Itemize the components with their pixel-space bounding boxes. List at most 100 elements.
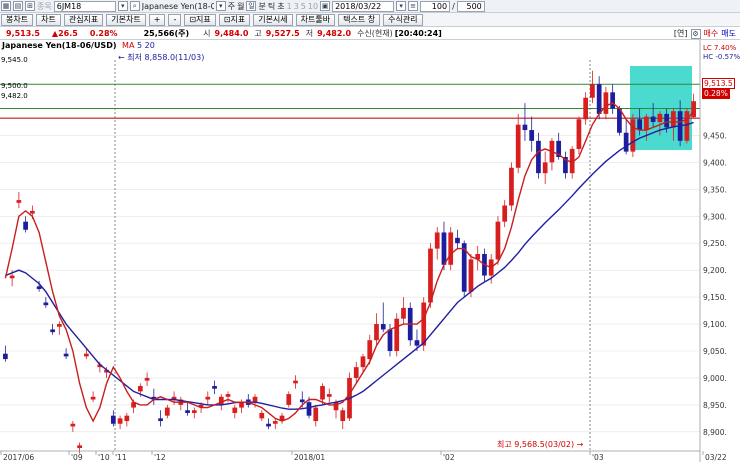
basic-market-button[interactable]: 기본시세 xyxy=(253,13,293,26)
x-axis-ticks: 2017/06 '09 '10 '11 '12 2018/01 '02 '03 03/22 xyxy=(0,451,727,462)
hline-label-3: 9,482.0 xyxy=(1,92,28,100)
y-tick-label: 9,150. xyxy=(703,293,727,302)
tab-candle-chart[interactable]: 봉차트 xyxy=(1,13,34,26)
x-tick-label: '12 xyxy=(154,453,166,462)
period-n1[interactable]: 1 xyxy=(287,2,292,11)
horizontal-lines[interactable] xyxy=(0,83,700,119)
period-sec[interactable]: 초 xyxy=(277,1,284,12)
date-input[interactable]: 2018/03/22 xyxy=(332,0,395,12)
formula-manage-button[interactable]: 수식관리 xyxy=(383,13,423,26)
price-chart[interactable]: 9,450. 9,400. 9,350. 9,300. 9,250. 9,200. 9,15… xyxy=(0,40,740,462)
sell-button[interactable]: 매도 xyxy=(721,28,736,39)
price-change: ▲26.5 xyxy=(51,29,78,38)
candle-body xyxy=(212,386,217,389)
candles xyxy=(3,70,696,454)
ma-periods: 5 20 xyxy=(136,41,155,50)
x-tick-label: 2018/01 xyxy=(294,453,325,462)
candle-body xyxy=(529,130,535,141)
tab-plus[interactable]: + xyxy=(148,13,166,26)
candle-body xyxy=(70,423,76,427)
tab-indicator-a[interactable]: ⊡지표 xyxy=(184,13,216,26)
y-tick-label: 9,100. xyxy=(703,320,727,329)
candle-body xyxy=(110,415,116,424)
candle-body xyxy=(583,97,589,120)
candle-body xyxy=(596,84,602,114)
period-tick[interactable]: 틱 xyxy=(268,1,275,12)
candle-body xyxy=(266,423,271,427)
candle-body xyxy=(610,92,616,109)
period-day[interactable]: 일 xyxy=(246,1,257,11)
symbol-search-label[interactable]: 종목 xyxy=(37,1,52,12)
layout-icon[interactable]: ▤ xyxy=(13,1,23,11)
symbol-name: Japanese Yen(18-06/US xyxy=(141,1,214,11)
chart-toolbar-button[interactable]: 차트툴바 xyxy=(295,13,336,26)
x-tick-label: 2017/06 xyxy=(3,453,34,462)
symbol-name-dropdown-icon[interactable]: ▾ xyxy=(215,1,226,11)
candle-body xyxy=(191,410,197,413)
tab-basic-chart[interactable]: 기본차트 xyxy=(106,13,146,26)
candle-body xyxy=(36,286,42,290)
ma-label: MA xyxy=(122,41,135,50)
x-tick-label: '09 xyxy=(71,453,83,462)
x-tick-label: 03/22 xyxy=(705,453,727,462)
candle-body xyxy=(630,119,636,152)
high-label: 고 xyxy=(254,29,262,38)
buy-button[interactable]: 매수 xyxy=(704,28,719,39)
year-label[interactable]: [연] xyxy=(674,28,688,39)
candle-body xyxy=(56,324,62,327)
candle-body xyxy=(644,116,649,131)
open-label: 시 xyxy=(203,29,211,38)
open-value: 9,484.0 xyxy=(214,29,249,38)
list-icon[interactable]: ≡ xyxy=(408,1,419,11)
symbol-dropdown-icon[interactable]: ▾ xyxy=(117,1,128,11)
candle-body xyxy=(522,124,528,131)
search-icon[interactable]: ⌕ xyxy=(129,1,140,11)
tab-watch-indicator[interactable]: 관심지표 xyxy=(63,13,104,26)
count-input[interactable]: 100 xyxy=(420,0,451,12)
candle-body xyxy=(664,113,669,128)
low-annotation: ← 최저 8,858.0(11/03) xyxy=(118,53,205,62)
period-n3[interactable]: 3 xyxy=(294,2,299,11)
candle-body xyxy=(684,111,690,141)
compare-icon[interactable]: ⊞ xyxy=(25,1,35,11)
chart-type-icon[interactable]: ▦ xyxy=(1,1,11,11)
candle-body xyxy=(50,329,55,333)
y-axis-ticks: 9,450. 9,400. 9,350. 9,300. 9,250. 9,200. 9,15… xyxy=(703,131,727,436)
max-count-input[interactable]: 500 xyxy=(456,0,485,12)
text-window-button[interactable]: 텍스트 창 xyxy=(338,13,381,26)
period-week[interactable]: 주 xyxy=(228,1,235,12)
x-tick-label: '10 xyxy=(98,453,110,462)
ma20-line xyxy=(5,121,694,410)
candle-body xyxy=(90,396,96,400)
candle-body xyxy=(158,418,163,422)
tab-chart[interactable]: 차트 xyxy=(36,13,61,26)
candle-body xyxy=(603,92,609,114)
x-tick-label: '03 xyxy=(592,453,604,462)
period-n10[interactable]: 10 xyxy=(308,2,318,11)
candle-body xyxy=(394,318,400,351)
candle-body xyxy=(77,445,82,448)
candle-body xyxy=(374,324,379,341)
lc-readout: LC 7.40% xyxy=(703,44,737,52)
candle-body xyxy=(205,396,211,400)
calendar-icon[interactable]: ▣ xyxy=(320,1,331,11)
period-month[interactable]: 월 xyxy=(237,1,244,12)
candle-body xyxy=(428,248,433,303)
candle-body xyxy=(657,113,663,122)
tab-minus[interactable]: - xyxy=(168,13,182,26)
candle-body xyxy=(468,259,474,292)
tab-indicator-b[interactable]: ⊡지표 xyxy=(218,13,251,26)
candle-body xyxy=(124,415,130,422)
period-min[interactable]: 분 xyxy=(258,1,265,12)
period-n5[interactable]: 5 xyxy=(301,2,306,11)
symbol-input[interactable]: 6JM18 xyxy=(53,0,116,12)
y-tick-label: 9,400. xyxy=(703,158,727,167)
y-tick-label: 9,000. xyxy=(703,374,727,383)
settings-icon[interactable]: ⚙ xyxy=(690,28,701,39)
candle-body xyxy=(232,407,238,413)
candle-body xyxy=(495,221,501,260)
candle-body xyxy=(164,407,170,416)
date-dropdown-icon[interactable]: ▾ xyxy=(396,1,407,11)
low-value: 9,482.0 xyxy=(317,29,352,38)
candle-body xyxy=(623,132,629,152)
